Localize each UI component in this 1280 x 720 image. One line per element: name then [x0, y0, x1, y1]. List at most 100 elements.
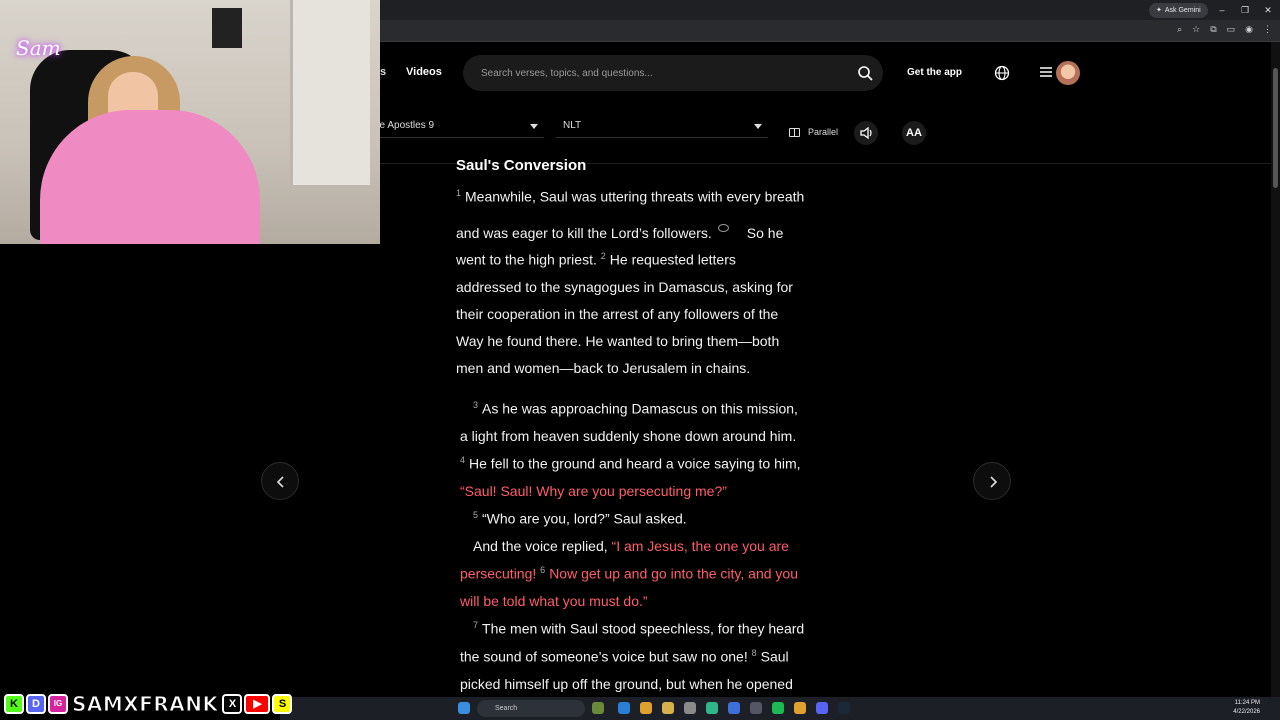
chrome-icon[interactable] [794, 702, 806, 714]
youtube-icon: ▶ [244, 694, 271, 714]
verse-line: a light from heaven suddenly shone down … [460, 428, 797, 444]
parallel-icon [789, 127, 800, 137]
verse-text: the sound of someone’s voice but saw no … [460, 648, 748, 665]
verse-line: men and women—back to Jerusalem in chain… [456, 360, 751, 376]
edge-icon[interactable] [618, 702, 630, 714]
user-avatar[interactable] [1056, 61, 1080, 85]
taskbar-search[interactable]: Search [477, 700, 585, 717]
verse-line: And the voice replied, “I am Jesus, the … [473, 538, 789, 554]
verse-number: 7 [473, 620, 479, 630]
verse-text: Meanwhile, Saul was uttering threats wit… [465, 188, 805, 205]
chevron-down-icon [754, 124, 762, 129]
ask-gemini-label: Ask Gemini [1164, 7, 1201, 14]
parallel-button[interactable]: Parallel [789, 127, 838, 137]
verse-text: went to the high priest. [456, 251, 597, 268]
webcam-overlay: Sam [0, 0, 380, 244]
discord-icon[interactable] [816, 702, 828, 714]
verse-text-red: Now get up and go into the city, and you [549, 565, 798, 582]
verse-line: went to the high priest. 2 He requested l… [456, 251, 736, 268]
file-explorer-icon[interactable] [662, 702, 674, 714]
search-bar[interactable] [463, 55, 883, 91]
bookmark-star-icon[interactable]: ☆ [1192, 24, 1200, 35]
font-settings-button[interactable]: AA [902, 121, 926, 145]
nav-item-videos[interactable]: Videos [406, 66, 442, 78]
search-icon[interactable] [857, 65, 873, 81]
app-icon[interactable] [750, 702, 762, 714]
verse-line: the sound of someone’s voice but saw no … [460, 648, 789, 665]
verse-line: 1 Meanwhile, Saul was uttering threats wi… [456, 188, 804, 205]
profile-icon[interactable]: ◉ [1245, 24, 1253, 35]
ask-gemini-button[interactable]: ✦ Ask Gemini [1149, 3, 1208, 18]
close-button[interactable]: ✕ [1258, 3, 1278, 17]
verse-line: picked himself up off the ground, but wh… [460, 676, 793, 692]
scrollbar[interactable] [1271, 42, 1280, 697]
taskbar-clock[interactable]: 11:24 PM 4/22/2026 [1233, 699, 1260, 717]
split-view-icon[interactable]: ▭ [1227, 24, 1236, 35]
verse-line-red: “Saul! Saul! Why are you persecuting me?… [460, 483, 727, 499]
zoom-icon[interactable]: ⌕ [1177, 24, 1182, 35]
parallel-label: Parallel [808, 127, 839, 137]
globe-icon[interactable] [994, 65, 1010, 81]
verse-text: “Who are you, lord?” Saul asked. [482, 510, 687, 527]
audio-button[interactable] [854, 121, 878, 145]
widget-icon[interactable] [592, 702, 604, 714]
steam-icon[interactable] [838, 702, 850, 714]
verse-number: 5 [473, 510, 479, 520]
verse-number: 2 [600, 251, 606, 261]
room-door [290, 0, 370, 185]
verse-line: 3 As he was approaching Damascus on this … [473, 400, 798, 417]
nav-item-partial[interactable]: s [380, 66, 386, 78]
chevron-right-icon [990, 476, 998, 488]
search-input[interactable] [481, 55, 841, 91]
verse-number: 6 [540, 565, 546, 575]
verse-text-red: “I am Jesus, the one you are [611, 538, 789, 554]
verse-text: And the voice replied, [473, 538, 608, 554]
version-select[interactable]: NLT [556, 114, 768, 138]
minimize-button[interactable]: – [1212, 3, 1232, 17]
verse-line: 7 The men with Saul stood speechless, for… [473, 620, 804, 637]
verse-line: and was eager to kill the Lord’s followe… [456, 224, 783, 241]
site-header: s Videos Get the app he Apostles 9 NLT [374, 42, 1280, 164]
hamburger-menu-icon[interactable] [1040, 66, 1052, 78]
wall-poster [212, 8, 242, 48]
verse-line: 4 He fell to the ground and heard a voice… [460, 455, 801, 472]
verse-line: addressed to the synagogues in Damascus,… [456, 279, 793, 295]
snapchat-icon: S [272, 694, 293, 714]
extensions-icon[interactable]: ⧉ [1210, 24, 1216, 35]
next-chapter-button[interactable] [973, 462, 1011, 500]
verse-text: The men with Saul stood speechless, for … [482, 620, 805, 637]
book-chapter-select[interactable]: he Apostles 9 [374, 114, 544, 138]
clock-date: 4/22/2026 [1233, 709, 1260, 715]
browser-menu-icon[interactable]: ⋮ [1263, 24, 1272, 35]
store-icon[interactable] [684, 702, 696, 714]
chevron-left-icon [276, 476, 284, 488]
app-icon[interactable] [706, 702, 718, 714]
spotify-icon[interactable] [772, 702, 784, 714]
verse-line: 5 “Who are you, lord?” Saul asked. [473, 510, 687, 527]
comment-icon[interactable] [717, 224, 729, 232]
social-handle: SAMXFRANK [71, 692, 219, 717]
x-icon: X [222, 694, 243, 714]
start-icon[interactable] [458, 702, 470, 714]
chrome-icon[interactable] [640, 702, 652, 714]
streamer-hoodie [40, 110, 260, 244]
kick-icon: K [4, 694, 24, 714]
verse-line: persecuting! 6 Now get up and go into the… [460, 565, 798, 582]
verse-number: 1 [456, 188, 462, 198]
taskbar-search-label: Search [495, 705, 518, 712]
restore-button[interactable]: ❐ [1235, 3, 1255, 17]
social-handles-bar: K D IG SAMXFRANK X ▶ S [4, 692, 293, 717]
app-icon[interactable] [728, 702, 740, 714]
windows-taskbar: Search 11:24 PM 4/22/2026 [280, 697, 1280, 720]
verse-text: As he was approaching Damascus on this m… [482, 400, 798, 417]
verse-text: Saul [760, 648, 789, 665]
get-app-link[interactable]: Get the app [907, 67, 962, 78]
verse-line: Way he found there. He wanted to bring t… [456, 333, 780, 349]
gemini-icon: ✦ [1156, 7, 1162, 14]
previous-chapter-button[interactable] [261, 462, 299, 500]
webcam-logo: Sam [16, 36, 61, 60]
scrollbar-thumb[interactable] [1273, 68, 1278, 188]
verse-text-red: persecuting! [460, 565, 537, 582]
verse-line: their cooperation in the arrest of any f… [456, 306, 779, 322]
chevron-down-icon [530, 124, 538, 129]
